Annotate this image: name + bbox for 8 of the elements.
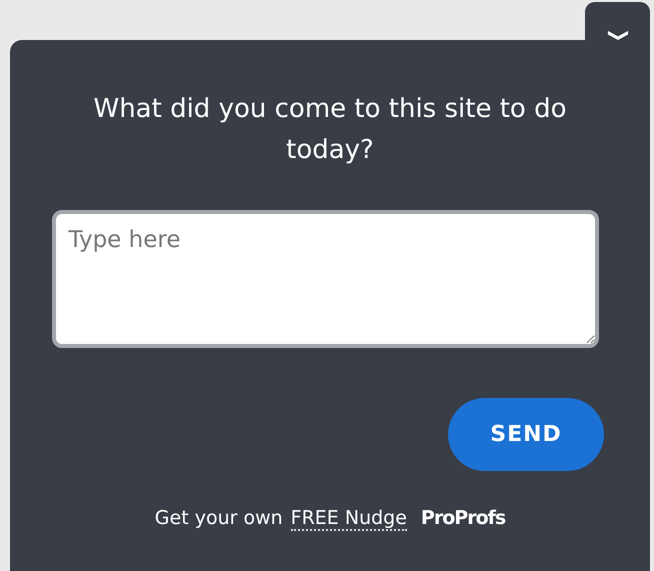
send-button[interactable]: SEND [448,398,604,471]
free-nudge-link[interactable]: FREE Nudge [290,507,407,531]
chevron-down-icon [606,29,628,40]
question-text: What did you come to this site to do today? [92,93,568,167]
brand-logo: ProProfs [420,507,506,529]
collapse-button[interactable] [585,2,650,40]
footer-text: Get your own [154,507,283,529]
answer-field[interactable]: Type here [52,210,598,348]
